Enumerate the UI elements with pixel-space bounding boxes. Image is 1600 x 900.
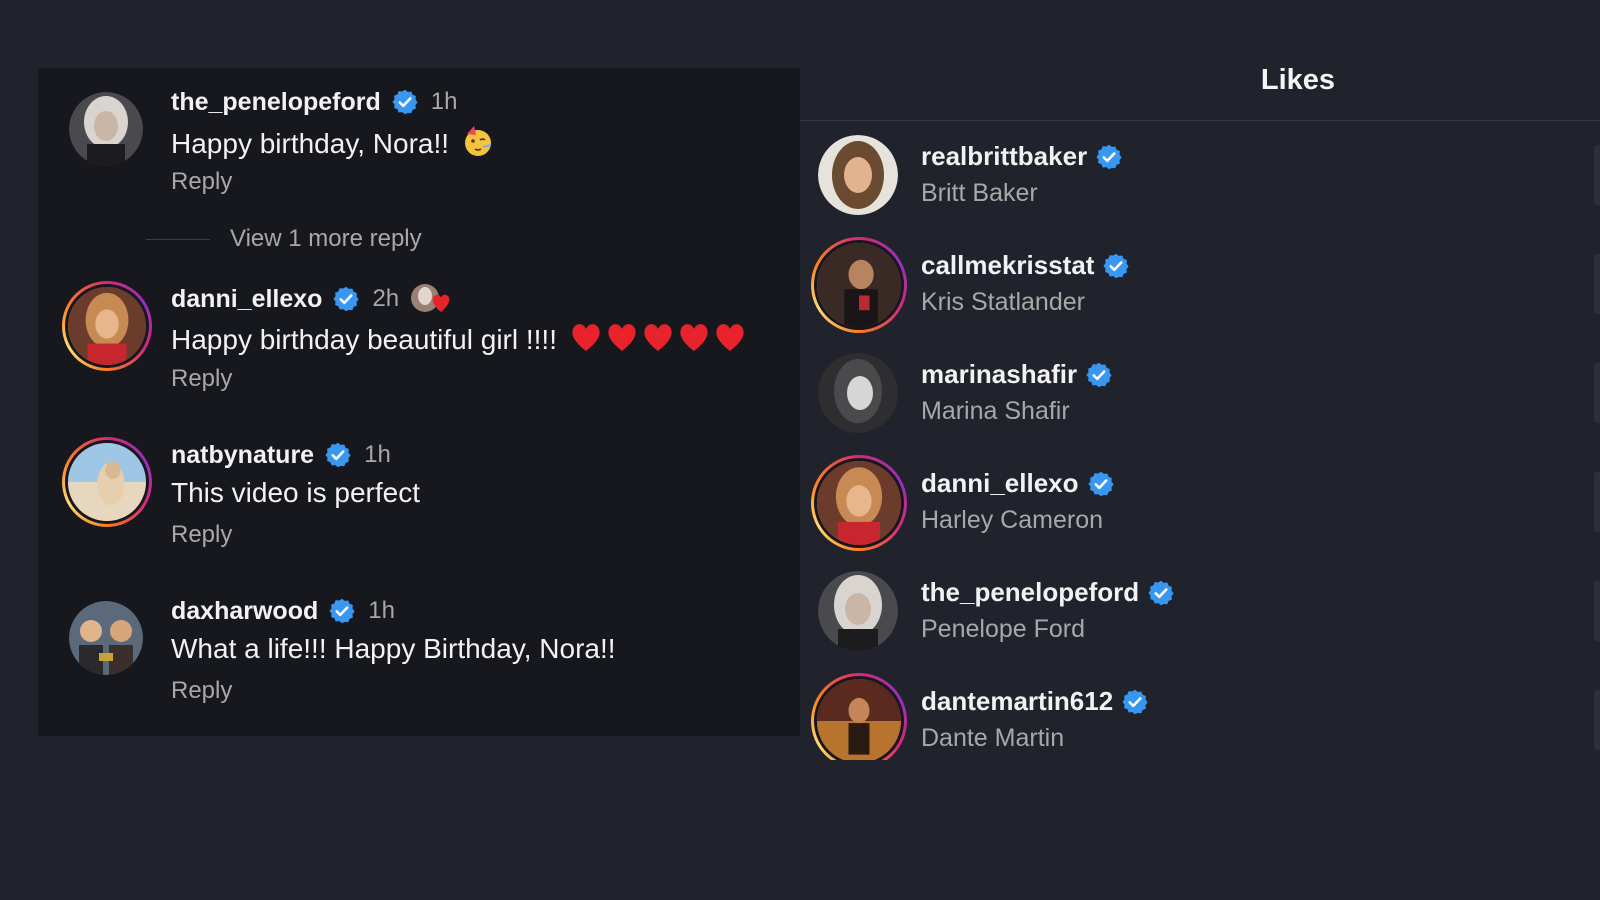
comment-time: 1h	[364, 441, 391, 468]
like-list-item[interactable]: realbrittbaker Britt Baker	[800, 121, 1600, 230]
scroll-edge-marker	[1594, 145, 1600, 205]
comment-username[interactable]: natbynature	[171, 441, 314, 470]
red-heart-emoji-icon	[569, 321, 747, 353]
avatar[interactable]	[818, 571, 898, 651]
verified-badge-icon	[332, 285, 360, 313]
likes-title-label: Likes	[1260, 64, 1336, 96]
reply-button[interactable]: Reply	[171, 521, 232, 549]
like-full-name: Penelope Ford	[921, 615, 1086, 643]
comment-time: 2h	[372, 285, 400, 312]
like-list-item[interactable]: the_penelopeford Penelope Ford	[800, 557, 1600, 666]
comment-text-content: Happy birthday beautiful girl !!!!	[171, 324, 557, 355]
like-username[interactable]: dantemartin612	[921, 686, 1113, 717]
comment-text: This video is perfect	[171, 477, 420, 508]
avatar-image	[818, 135, 898, 215]
avatar[interactable]	[69, 601, 143, 675]
verified-badge-icon	[328, 597, 356, 625]
verified-badge-icon	[324, 441, 352, 469]
like-username[interactable]: marinashafir	[921, 359, 1077, 390]
comment-username[interactable]: the_penelopeford	[171, 88, 381, 117]
avatar-image	[818, 353, 898, 433]
avatar-image	[69, 92, 143, 166]
like-full-name: Dante Martin	[921, 724, 1065, 752]
avatar-image	[68, 287, 146, 365]
like-username[interactable]: danni_ellexo	[921, 468, 1079, 499]
likes-panel: Likes realbrittbaker Britt Baker callmek…	[800, 0, 1600, 760]
likes-title: Likes	[800, 64, 1600, 97]
verified-badge-icon	[391, 88, 419, 116]
avatar-story-ring[interactable]	[62, 437, 152, 527]
like-list-item[interactable]: danni_ellexo Harley Cameron	[800, 448, 1600, 557]
comment-time: 1h	[368, 597, 395, 624]
view-more-replies-button[interactable]: View 1 more reply	[146, 225, 422, 253]
scroll-edge-marker	[1594, 472, 1600, 532]
like-username[interactable]: the_penelopeford	[921, 577, 1139, 608]
verified-badge-icon	[1102, 252, 1130, 280]
avatar-image	[817, 679, 901, 760]
comment-text: Happy birthday, Nora!!	[171, 124, 495, 160]
avatar-image	[68, 443, 146, 521]
like-list-item[interactable]: callmekrisstat Kris Statlander	[800, 230, 1600, 339]
avatar-story-ring[interactable]	[811, 237, 907, 333]
reply-button[interactable]: Reply	[171, 168, 232, 196]
like-full-name: Marina Shafir	[921, 397, 1070, 425]
comment-text: Happy birthday beautiful girl !!!!	[171, 321, 747, 356]
divider-line	[146, 238, 210, 240]
like-list-item[interactable]: dantemartin612 Dante Martin	[800, 666, 1600, 760]
liked-by-author-icon	[409, 282, 457, 316]
avatar-image	[817, 243, 901, 327]
comment-username[interactable]: daxharwood	[171, 597, 318, 626]
avatar[interactable]	[69, 92, 143, 166]
like-full-name: Kris Statlander	[921, 288, 1085, 316]
avatar-image	[818, 571, 898, 651]
avatar-image	[69, 601, 143, 675]
scroll-edge-marker	[1594, 581, 1600, 641]
reply-button[interactable]: Reply	[171, 677, 232, 705]
avatar-story-ring[interactable]	[811, 455, 907, 551]
comments-panel: the_penelopeford 1h Happy birthday, Nora…	[38, 68, 800, 736]
like-full-name: Harley Cameron	[921, 506, 1104, 534]
comment-text: What a life!!! Happy Birthday, Nora!!	[171, 633, 616, 664]
view-more-replies-label: View 1 more reply	[230, 225, 422, 252]
avatar[interactable]	[818, 353, 898, 433]
like-username[interactable]: realbrittbaker	[921, 141, 1087, 172]
verified-badge-icon	[1087, 470, 1115, 498]
partying-face-emoji-icon	[461, 124, 495, 158]
likes-list[interactable]: realbrittbaker Britt Baker callmekrissta…	[800, 121, 1600, 760]
avatar-story-ring[interactable]	[62, 281, 152, 371]
reply-button[interactable]: Reply	[171, 365, 232, 393]
scroll-edge-marker	[1594, 690, 1600, 750]
like-full-name: Britt Baker	[921, 179, 1038, 207]
scroll-edge-marker	[1594, 363, 1600, 423]
verified-badge-icon	[1121, 688, 1149, 716]
comment-time: 1h	[430, 88, 458, 115]
verified-badge-icon	[1095, 143, 1123, 171]
comment-text-content: Happy birthday, Nora!!	[171, 128, 450, 159]
avatar[interactable]	[818, 135, 898, 215]
comment-username[interactable]: danni_ellexo	[171, 285, 322, 314]
scroll-edge-marker	[1594, 254, 1600, 314]
verified-badge-icon	[1085, 361, 1113, 389]
avatar-story-ring[interactable]	[811, 673, 907, 760]
verified-badge-icon	[1147, 579, 1175, 607]
avatar-image	[817, 461, 901, 545]
like-list-item[interactable]: marinashafir Marina Shafir	[800, 339, 1600, 448]
like-username[interactable]: callmekrisstat	[921, 250, 1094, 281]
